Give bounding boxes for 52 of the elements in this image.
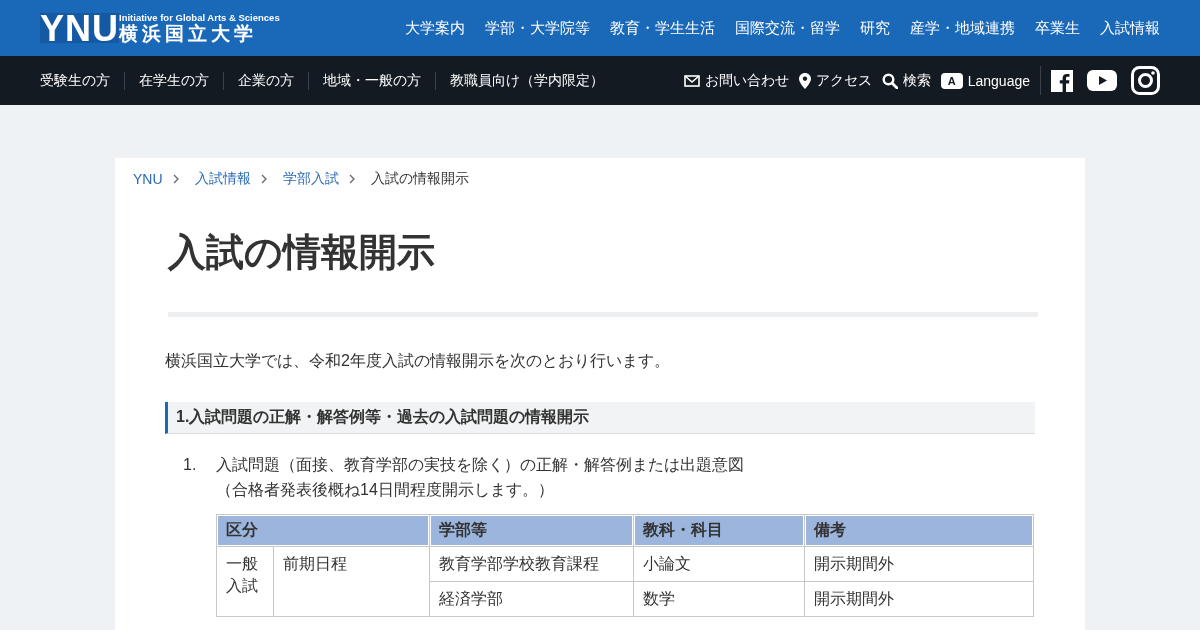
tool-link[interactable]: アクセス — [798, 71, 872, 90]
facebook-icon[interactable] — [1051, 69, 1073, 92]
logo-name: 横浜国立大学 — [119, 23, 258, 44]
table-header-cell: 備考 — [804, 514, 1034, 547]
list-item-note: （合格者発表後概ね14日間程度開示します。） — [216, 480, 555, 500]
table-cell: 数学 — [633, 581, 805, 617]
youtube-icon[interactable] — [1087, 70, 1117, 91]
page-title: 入試の情報開示 — [168, 230, 436, 275]
nav-link[interactable]: 研究 — [860, 18, 890, 38]
table-cell: 前期日程 — [273, 546, 430, 617]
table-header-cell: 教科・科目 — [633, 514, 805, 547]
language-badge: A — [940, 72, 963, 89]
chevron-right-icon — [172, 174, 179, 184]
tool-link[interactable]: A Language — [940, 72, 1030, 89]
audience-link[interactable]: 受験生の方 — [40, 71, 124, 90]
breadcrumb-link[interactable]: YNU — [133, 171, 163, 187]
table-cell: 開示期間外 — [804, 581, 1034, 617]
table-header-cell: 区分 — [216, 514, 430, 547]
breadcrumb-link[interactable]: 入試情報 — [194, 170, 251, 188]
nav-link[interactable]: 産学・地域連携 — [910, 18, 1015, 38]
audience-link[interactable]: 在学生の方 — [124, 71, 223, 90]
location-pin-icon — [798, 72, 811, 89]
audience-link[interactable]: 地域・一般の方 — [308, 71, 435, 90]
section-heading: 1.入試問題の正解・解答例等・過去の入試問題の情報開示 — [165, 402, 1035, 434]
list-item-text: 入試問題（面接、教育学部の実技を除く）の正解・解答例または出題意図 — [216, 455, 744, 475]
table-cell: 開示期間外 — [804, 546, 1034, 582]
nav-link[interactable]: 卒業生 — [1035, 18, 1080, 38]
nav-link[interactable]: 教育・学生生活 — [610, 18, 715, 38]
table-cell: 一般入試 — [216, 546, 274, 617]
instagram-icon[interactable] — [1131, 66, 1160, 95]
nav-link[interactable]: 学部・大学院等 — [485, 18, 590, 38]
breadcrumb-current: 入試の情報開示 — [370, 170, 469, 188]
nav-link[interactable]: 入試情報 — [1100, 18, 1160, 38]
table-header-cell: 学部等 — [429, 514, 634, 547]
nav-link[interactable]: 大学案内 — [405, 18, 465, 38]
tool-link[interactable]: 検索 — [881, 71, 931, 90]
table-cell: 教育学部学校教育課程 — [429, 546, 634, 582]
tool-link[interactable]: お問い合わせ — [683, 71, 789, 90]
intro-text: 横浜国立大学では、令和2年度入試の情報開示を次のとおり行います。 — [165, 351, 671, 371]
table-cell: 経済学部 — [429, 581, 634, 617]
list-number: 1. — [183, 455, 198, 475]
table-cell: 小論文 — [633, 546, 805, 582]
logo-mark: YNU — [40, 13, 119, 43]
audience-link[interactable]: 教職員向け（学内限定） — [435, 71, 618, 90]
search-icon — [881, 72, 898, 89]
mail-icon — [683, 74, 700, 87]
logo-tagline: Initiative for Global Arts & Sciences — [119, 12, 280, 23]
chevron-right-icon — [348, 174, 355, 184]
breadcrumb-link[interactable]: 学部入試 — [282, 170, 339, 188]
nav-link[interactable]: 国際交流・留学 — [735, 18, 840, 38]
chevron-right-icon — [260, 174, 267, 184]
audience-link[interactable]: 企業の方 — [223, 71, 308, 90]
